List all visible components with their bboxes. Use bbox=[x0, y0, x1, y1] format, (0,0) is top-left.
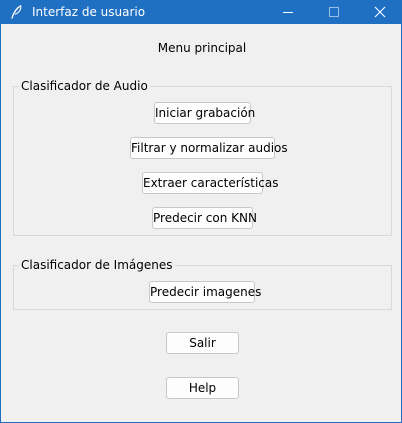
app-window: Interfaz de usuario Menu principal Clasi… bbox=[0, 0, 402, 423]
close-icon bbox=[374, 6, 386, 18]
predict-knn-button[interactable]: Predecir con KNN bbox=[152, 207, 257, 229]
filter-normalize-audio-button[interactable]: Filtrar y normalizar audios bbox=[130, 137, 288, 159]
extract-features-button[interactable]: Extraer características bbox=[142, 172, 279, 194]
help-button[interactable]: Help bbox=[166, 377, 239, 399]
audio-group-label: Clasificador de Audio bbox=[19, 79, 150, 93]
title-bar[interactable]: Interfaz de usuario bbox=[1, 0, 402, 24]
menu-title: Menu principal bbox=[157, 41, 247, 55]
maximize-button[interactable] bbox=[311, 0, 357, 24]
feather-icon bbox=[9, 4, 23, 20]
maximize-icon bbox=[329, 7, 339, 17]
minimize-icon bbox=[283, 12, 293, 13]
predict-images-button[interactable]: Predecir imagenes bbox=[149, 281, 261, 303]
image-group-label: Clasificador de Imágenes bbox=[19, 258, 175, 272]
start-recording-button[interactable]: Iniciar grabación bbox=[154, 102, 255, 124]
window-title: Interfaz de usuario bbox=[32, 5, 146, 19]
minimize-button[interactable] bbox=[265, 0, 311, 24]
close-button[interactable] bbox=[357, 0, 402, 24]
exit-button[interactable]: Salir bbox=[166, 332, 239, 354]
